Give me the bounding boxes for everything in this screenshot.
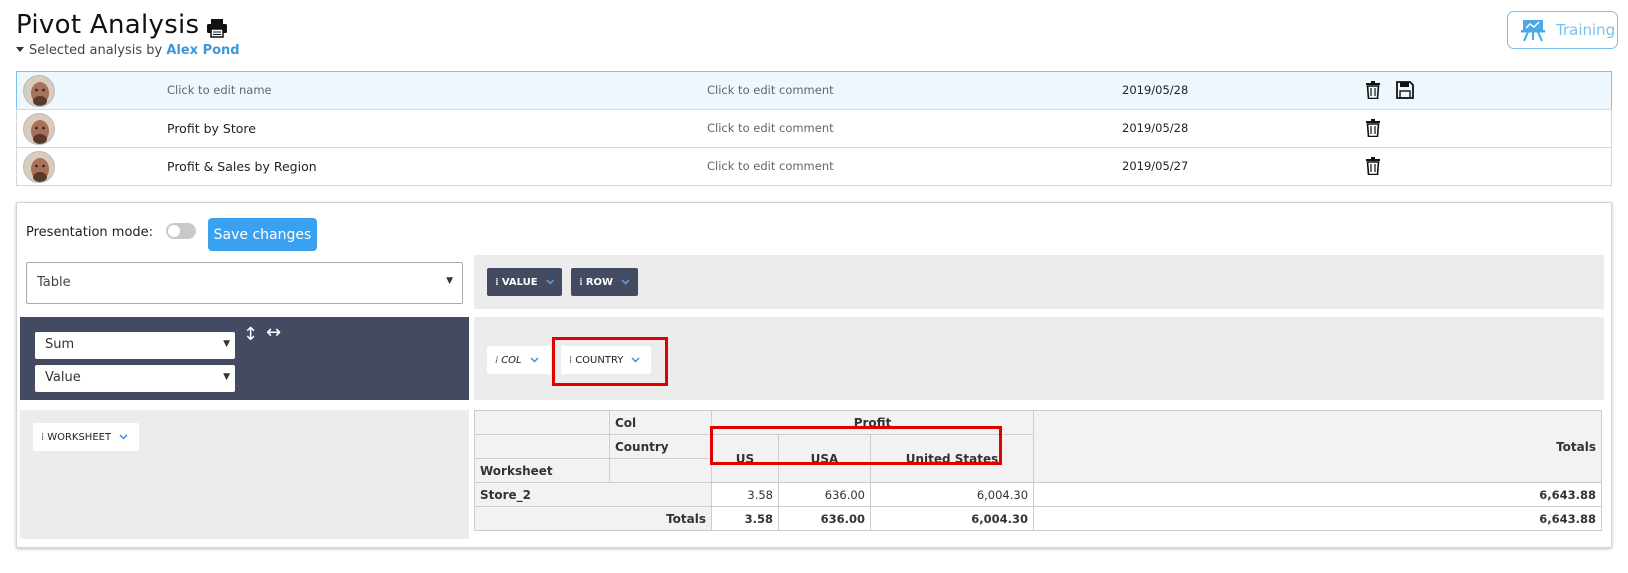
avatar [23,113,55,145]
aggregator-field-value: Value [45,370,81,385]
field-label: VALUE [501,276,538,288]
analysis-name[interactable]: Profit & Sales by Region [167,159,317,174]
grip-icon: ⁞ [579,276,583,288]
selected-analysis-info[interactable]: Selected analysis by Alex Pond [16,43,240,58]
pivot-col-attr-label: Country [609,434,712,459]
field-label: WORKSHEET [47,431,112,443]
sort-horizontal-icon[interactable]: ↔ [266,322,281,343]
aggregator-field-select[interactable]: Value ▼ [35,365,235,392]
training-label: Training [1556,21,1616,39]
renderer-select[interactable]: Table ▼ [26,262,463,304]
pivot-cell: 6,004.30 [869,482,1035,507]
pivot-col-attr-label: Col [609,410,712,435]
pivot-row-attr-label: Worksheet [474,458,610,483]
unused-fields-area: ⁞ WORKSHEET [20,410,469,539]
pivot-col-total: 6,004.30 [869,506,1035,531]
aggregator-value: Sum [45,337,75,352]
user-link[interactable]: Alex Pond [166,43,239,58]
pivot-corner [474,434,610,459]
subtitle-prefix: Selected analysis by [29,43,163,58]
field-label: ROW [585,276,614,288]
presentation-mode-toggle[interactable] [166,223,196,239]
trash-icon[interactable] [1366,157,1380,175]
presentation-mode-label: Presentation mode: [26,225,154,240]
table-row: Totals 3.58 636.00 6,004.30 6,643.88 [474,506,1603,531]
analysis-date: 2019/05/28 [1122,121,1189,135]
analysis-date: 2019/05/27 [1122,159,1189,173]
field-pill-value[interactable]: ⁞ VALUE [487,268,562,296]
chevron-down-icon[interactable] [530,357,539,363]
save-changes-button[interactable]: Save changes [208,218,317,251]
grip-icon: ⁞ [495,276,499,288]
pivot-row-header: Store_2 [474,482,712,507]
analysis-comment[interactable]: Click to edit comment [707,121,834,135]
pivot-cell: 3.58 [711,482,779,507]
pivot-table: Col Profit Totals Country US USA United … [474,410,1603,531]
trash-icon[interactable] [1366,81,1380,99]
analysis-list: Click to edit name Click to edit comment… [16,71,1612,191]
avatar [23,151,55,183]
dropdown-arrow-icon: ▼ [446,276,453,286]
analysis-row[interactable]: Click to edit name Click to edit comment… [16,71,1612,110]
pivot-corner [609,458,712,483]
table-row: Store_2 3.58 636.00 6,004.30 6,643.88 [474,482,1603,507]
chevron-down-icon[interactable] [546,279,554,285]
analysis-row[interactable]: Profit by Store Click to edit comment 20… [16,109,1612,148]
pivot-grand-total: 6,643.88 [1033,506,1603,531]
field-pill-row[interactable]: ⁞ ROW [571,268,638,296]
field-pill-col[interactable]: ⁞ COL [487,346,551,374]
grip-icon: ⁞ [41,431,44,443]
analysis-comment[interactable]: Click to edit comment [707,159,834,173]
field-pill-worksheet[interactable]: ⁞ WORKSHEET [33,423,139,451]
training-button[interactable]: Training [1507,11,1618,49]
highlight-box [552,337,668,386]
analysis-row[interactable]: Profit & Sales by Region Click to edit c… [16,147,1612,186]
pivot-totals-row-label: Totals [474,506,712,531]
grip-icon: ⁞ [495,354,498,366]
trash-icon[interactable] [1366,119,1380,137]
analysis-comment[interactable]: Click to edit comment [707,83,834,97]
caret-down-icon [16,47,24,52]
pivot-col-total: 3.58 [711,506,779,531]
analysis-name[interactable]: Profit by Store [167,121,256,136]
pivot-totals-header: Totals [1033,410,1603,483]
pivot-col-total: 636.00 [778,506,871,531]
chevron-down-icon[interactable] [621,279,630,285]
avatar [23,75,55,107]
easel-icon [1521,20,1545,42]
column-fields-area: ⁞ VALUE ⁞ ROW [474,255,1604,309]
row-fields-area: ⁞ COL ⁞ COUNTRY [474,317,1604,400]
analysis-name[interactable]: Click to edit name [167,83,272,97]
renderer-value: Table [37,275,71,290]
pivot-cell: 636.00 [778,482,871,507]
print-icon[interactable] [206,18,228,38]
dropdown-arrow-icon: ▼ [223,372,230,382]
aggregator-area: Sum ▼ Value ▼ ↕ ↔ [20,317,469,400]
sort-vertical-icon[interactable]: ↕ [243,324,258,345]
field-label: COL [501,354,522,366]
aggregator-select[interactable]: Sum ▼ [35,332,235,359]
floppy-icon[interactable] [1396,81,1414,99]
chevron-down-icon[interactable] [119,434,128,440]
pivot-table-container: Col Profit Totals Country US USA United … [474,410,1603,531]
dropdown-arrow-icon: ▼ [223,339,230,349]
analysis-date: 2019/05/28 [1122,83,1189,97]
highlight-box [710,426,1002,465]
pivot-row-total: 6,643.88 [1033,482,1603,507]
pivot-corner [474,410,610,435]
page-title: Pivot Analysis [16,10,200,40]
